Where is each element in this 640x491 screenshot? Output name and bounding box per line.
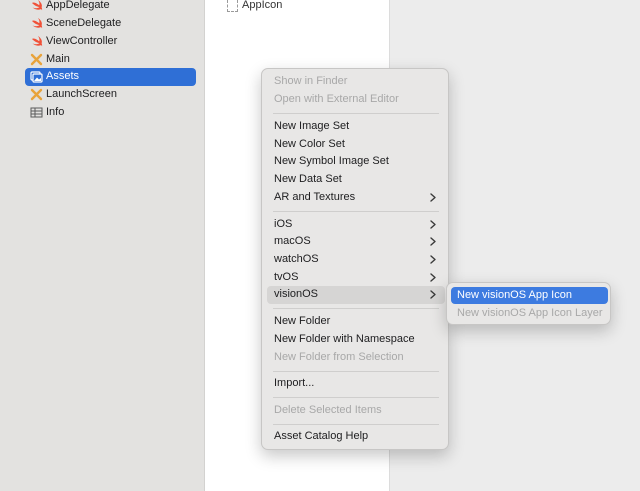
menu-item-import[interactable]: Import... (267, 375, 445, 393)
submenu-item-new-visionos-app-icon-layer: New visionOS App Icon Layer (451, 305, 608, 322)
menu-item-asset-catalog-help[interactable]: Asset Catalog Help (267, 428, 445, 446)
menu-item-label: New Symbol Image Set (274, 155, 389, 167)
swift-file-icon (32, 36, 43, 47)
menu-item-tvos[interactable]: tvOS (267, 269, 445, 287)
menu-item-visionos[interactable]: visionOS (267, 286, 445, 304)
navigator-item-label: SceneDelegate (46, 17, 122, 29)
project-navigator: AppDelegate SceneDelegate ViewController… (0, 0, 205, 491)
menu-item-new-image-set[interactable]: New Image Set (267, 118, 445, 136)
chevron-right-icon (430, 193, 436, 202)
menu-item-show-in-finder: Show in Finder (267, 73, 445, 91)
swift-file-icon (32, 18, 43, 29)
submenu-item-new-visionos-app-icon[interactable]: New visionOS App Icon (451, 287, 608, 304)
navigator-item-info[interactable]: Info (0, 104, 205, 122)
menu-item-label: tvOS (274, 271, 299, 283)
menu-item-label: watchOS (274, 253, 319, 265)
menu-item-new-symbol-image-set[interactable]: New Symbol Image Set (267, 153, 445, 171)
navigator-item-viewcontroller[interactable]: ViewController (0, 33, 205, 51)
navigator-item-label: ViewController (46, 35, 118, 47)
menu-item-label: Asset Catalog Help (274, 430, 369, 442)
navigator-item-main[interactable]: Main (0, 51, 205, 69)
chevron-right-icon (430, 237, 436, 246)
menu-item-ar-and-textures[interactable]: AR and Textures (267, 189, 445, 207)
menu-item-ios[interactable]: iOS (267, 216, 445, 234)
navigator-item-label: LaunchScreen (46, 88, 117, 100)
navigator-item-assets[interactable]: Assets (0, 68, 205, 86)
menu-item-new-color-set[interactable]: New Color Set (267, 136, 445, 154)
menu-item-label: Delete Selected Items (274, 404, 382, 416)
chevron-right-icon (430, 290, 436, 299)
navigator-item-scenedelegate[interactable]: SceneDelegate (0, 15, 205, 33)
menu-item-macos[interactable]: macOS (267, 233, 445, 251)
asset-item-label: AppIcon (242, 0, 283, 11)
menu-item-new-folder[interactable]: New Folder (267, 313, 445, 331)
chevron-right-icon (430, 273, 436, 282)
menu-item-label: Open with External Editor (274, 93, 399, 105)
menu-item-open-with-external-editor: Open with External Editor (267, 91, 445, 109)
visionos-submenu: New visionOS App Icon New visionOS App I… (446, 282, 611, 325)
navigator-item-label: Assets (46, 70, 80, 82)
menu-item-label: Import... (274, 377, 315, 389)
menu-separator (273, 113, 439, 114)
menu-item-label: macOS (274, 235, 311, 247)
menu-item-label: New visionOS App Icon Layer (457, 307, 603, 319)
plist-table-icon (30, 107, 43, 118)
storyboard-icon (30, 88, 43, 101)
navigator-item-label: AppDelegate (46, 0, 110, 11)
storyboard-icon (30, 53, 43, 66)
menu-item-label: New Color Set (274, 138, 345, 150)
menu-item-label: visionOS (274, 288, 319, 300)
menu-item-watchos[interactable]: watchOS (267, 251, 445, 269)
menu-item-new-data-set[interactable]: New Data Set (267, 171, 445, 189)
menu-separator (273, 371, 439, 372)
navigator-item-label: Main (46, 53, 70, 65)
swift-file-icon (32, 0, 43, 11)
menu-separator (273, 308, 439, 309)
menu-item-label: New Image Set (274, 120, 350, 132)
asset-catalog-icon (30, 71, 43, 83)
menu-item-label: New visionOS App Icon (457, 289, 572, 301)
menu-item-label: AR and Textures (274, 191, 356, 203)
menu-separator (273, 424, 439, 425)
menu-item-label: New Folder (274, 315, 331, 327)
menu-item-label: New Data Set (274, 173, 342, 185)
menu-item-label: Show in Finder (274, 75, 348, 87)
app-icon-placeholder-icon (227, 0, 238, 12)
context-menu: Show in Finder Open with External Editor… (261, 68, 449, 450)
navigator-item-appdelegate[interactable]: AppDelegate (0, 0, 205, 15)
menu-item-new-folder-with-namespace[interactable]: New Folder with Namespace (267, 331, 445, 349)
menu-item-label: New Folder from Selection (274, 351, 404, 363)
chevron-right-icon (430, 255, 436, 264)
menu-separator (273, 397, 439, 398)
chevron-right-icon (430, 220, 436, 229)
navigator-item-launchscreen[interactable]: LaunchScreen (0, 86, 205, 104)
menu-item-label: New Folder with Namespace (274, 333, 415, 345)
menu-separator (273, 211, 439, 212)
menu-item-new-folder-from-selection: New Folder from Selection (267, 349, 445, 367)
navigator-item-label: Info (46, 106, 65, 118)
menu-item-delete-selected-items: Delete Selected Items (267, 402, 445, 420)
menu-item-label: iOS (274, 218, 293, 230)
